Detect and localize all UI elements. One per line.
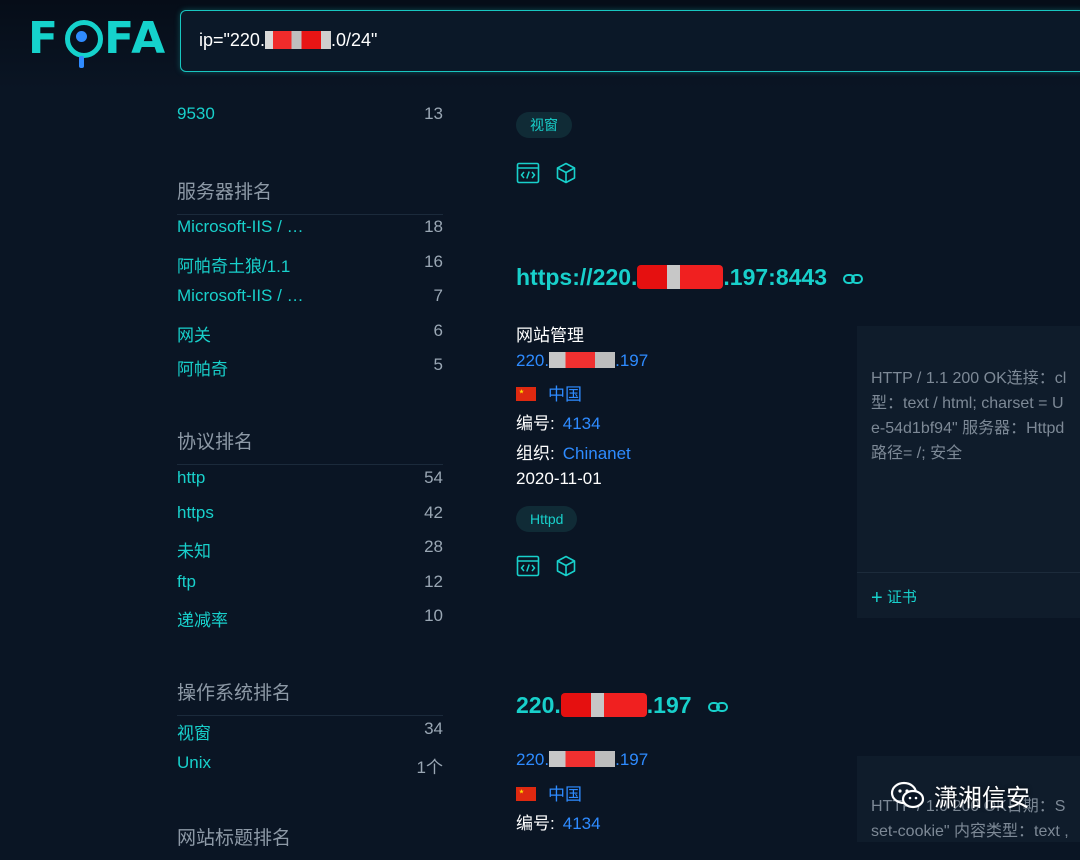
sidebar-item[interactable]: http 54 bbox=[177, 468, 443, 492]
org-row: 组织: Chinanet bbox=[516, 444, 631, 463]
sidebar-item[interactable]: https 42 bbox=[177, 503, 443, 527]
sidebar-item[interactable]: Unix 1个 bbox=[177, 753, 443, 777]
code-icon[interactable] bbox=[516, 554, 540, 578]
banner-panel: HTTP / 1.1 200 OK连接：cl 型：text / html; ch… bbox=[857, 326, 1080, 618]
asn-row: 编号: 4134 bbox=[516, 814, 601, 833]
protocol-rank-heading: 协议排名 bbox=[177, 427, 443, 465]
server-rank-heading: 服务器排名 bbox=[177, 177, 443, 215]
sidebar-item[interactable]: ftp 12 bbox=[177, 572, 443, 596]
sidebar-item[interactable]: 未知 28 bbox=[177, 537, 443, 561]
result-actions bbox=[516, 554, 578, 578]
redaction-mark bbox=[549, 352, 616, 368]
sidebar-item[interactable]: 阿帕奇土狼/1.1 16 bbox=[177, 252, 443, 276]
update-date: 2020-11-01 bbox=[516, 469, 602, 488]
china-flag-icon bbox=[516, 387, 536, 401]
asn-link[interactable]: 4134 bbox=[563, 414, 601, 433]
asn-link[interactable]: 4134 bbox=[563, 814, 601, 833]
china-flag-icon bbox=[516, 787, 536, 801]
ip-link[interactable]: 220. .197 bbox=[516, 750, 648, 770]
ip-link[interactable]: 220. .197 bbox=[516, 351, 648, 371]
result-title-link[interactable]: https://220. .197:8443 bbox=[516, 264, 864, 291]
server-tag[interactable]: Httpd bbox=[516, 506, 578, 532]
search-query: ip="220. .0/24" bbox=[199, 30, 378, 50]
top-bar: F FA ip="220. .0/24" bbox=[0, 0, 1080, 90]
redaction-mark bbox=[637, 265, 724, 289]
sidebar-item[interactable]: Microsoft-IIS / … 7 bbox=[177, 286, 443, 310]
redaction-mark bbox=[264, 31, 331, 49]
result-title-link[interactable]: 220. .197 bbox=[516, 692, 728, 719]
banner-text: HTTP / 1.1 200 OK连接：cl 型：text / html; ch… bbox=[871, 370, 1067, 462]
code-icon[interactable] bbox=[516, 161, 540, 185]
cert-toggle[interactable]: + 证书 bbox=[871, 586, 917, 610]
watermark: 潇湘信安 bbox=[890, 778, 1030, 813]
org-link[interactable]: Chinanet bbox=[563, 444, 631, 463]
sidebar-item[interactable]: 视窗 34 bbox=[177, 719, 443, 743]
fofa-logo[interactable]: F FA bbox=[28, 14, 167, 68]
link-icon[interactable] bbox=[843, 273, 864, 285]
result-actions bbox=[516, 161, 578, 185]
plus-icon: + bbox=[871, 587, 883, 609]
redaction-mark bbox=[560, 693, 647, 717]
sidebar-item[interactable]: 递减率 10 bbox=[177, 606, 443, 630]
sidebar-item[interactable]: 网关 6 bbox=[177, 321, 443, 345]
asn-row: 编号: 4134 bbox=[516, 414, 601, 433]
country[interactable]: 中国 bbox=[516, 780, 582, 805]
sidebar-item[interactable]: 阿帕奇 5 bbox=[177, 355, 443, 379]
os-tag[interactable]: 视窗 bbox=[516, 112, 572, 138]
search-input[interactable]: ip="220. .0/24" bbox=[180, 10, 1080, 72]
wechat-icon bbox=[890, 781, 925, 808]
sidebar-item[interactable]: Microsoft-IIS / … 18 bbox=[177, 217, 443, 241]
link-icon[interactable] bbox=[707, 701, 728, 713]
country[interactable]: 中国 bbox=[516, 380, 582, 405]
sidebar-item[interactable]: 9530 13 bbox=[177, 104, 443, 128]
logo-magnifier-icon bbox=[62, 14, 104, 68]
os-rank-heading: 操作系统排名 bbox=[177, 678, 443, 716]
cube-icon[interactable] bbox=[554, 554, 578, 578]
cube-icon[interactable] bbox=[554, 161, 578, 185]
site-title: 网站管理 bbox=[516, 326, 584, 345]
redaction-mark bbox=[549, 751, 616, 767]
